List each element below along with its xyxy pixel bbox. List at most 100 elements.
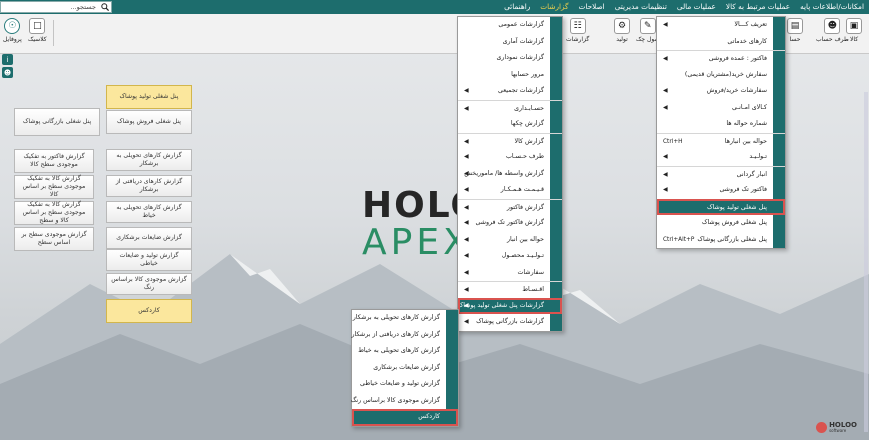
submenu-arrow-icon: ◀ — [663, 153, 668, 160]
btn-right-report-3[interactable]: گزارش ضایعات برشکاری — [106, 227, 192, 249]
garment-submenu-item-label: گزارش کارهای دریافتی از برشکار — [351, 330, 441, 338]
search-icon[interactable] — [99, 2, 111, 12]
kala-menu-item-13[interactable]: پنل شغلی بازرگانی پوشاک Ctrl+Alt+P — [657, 232, 785, 249]
garment-submenu-item-label: گزارش کارهای تحویلی به برشکار — [352, 314, 440, 321]
menu-2[interactable]: عملیات مالی — [672, 0, 721, 14]
kala-menu-item-8[interactable]: تـولـیـد ◀ — [657, 149, 785, 166]
reports-menu-item-10[interactable]: قـیـمـت هـمـکـار ◀ — [458, 182, 562, 199]
reports-menu-item-14[interactable]: تـولـیـد محصـول ◀ — [458, 248, 562, 265]
kala-menu-item-0[interactable]: تعریف کـــالا ◀ — [657, 17, 785, 34]
kala-menu-item-label: انبار گردانی — [736, 170, 767, 178]
kala-menu-item-5[interactable]: کـالای امـانـی ◀ — [657, 100, 785, 117]
garment-submenu-item-label: گزارش ضایعات برشکاری — [373, 363, 440, 371]
toolbar-kala-label: کالا — [849, 36, 859, 43]
kala-menu-item-label: پنل شغلی بازرگانی پوشاک — [697, 235, 767, 243]
reports-menu-item-label: حسـابـداری — [514, 104, 544, 112]
kala-menu-item-11[interactable]: پنل شغلی تولید پوشاک — [657, 198, 785, 215]
btn-right-report-1[interactable]: گزارش کارهای دریافتی از برشکار — [106, 175, 192, 197]
toolbar-reports-button[interactable]: ☷ گزارشات — [566, 18, 589, 50]
garment-submenu-item-1[interactable]: گزارش کارهای دریافتی از برشکار — [352, 327, 458, 344]
btn-production-panel[interactable]: پنل شغلی تولید پوشاک — [106, 85, 192, 109]
ledger-icon: ▤ — [787, 18, 803, 34]
production-icon: ⚙ — [614, 18, 630, 34]
menu-1[interactable]: عملیات مرتبط به کالا — [721, 0, 795, 14]
btn-left-report-2[interactable]: گزارش کالا به تفکیک موجودی سطح بر اساس ک… — [14, 201, 94, 225]
search-input[interactable]: جستجو... — [1, 3, 99, 11]
menu-5[interactable]: گزارشات — [535, 0, 573, 14]
btn-left-report-0[interactable]: گزارش فاکتور به تفکیک موجودی سطح کالا — [14, 149, 94, 173]
kala-menu-item-label: کـالای امـانـی — [731, 103, 767, 111]
lamp-icon: ☉ — [4, 18, 21, 34]
reports-menu-item-5[interactable]: حسـابـداری ◀ — [458, 99, 562, 117]
profile-label: پروفایل — [3, 36, 22, 43]
classic-button[interactable]: □ کلاسیک — [28, 18, 47, 50]
kala-menu-item-12[interactable]: پنل شغلی فروش پوشاک — [657, 215, 785, 232]
kala-menu-item-1[interactable]: کارهای خدماتی — [657, 34, 785, 51]
reports-menu-item-3[interactable]: مرور حسابها — [458, 67, 562, 84]
submenu-arrow-icon: ◀ — [663, 21, 668, 28]
reports-menu-item-16[interactable]: اقـسـاط ◀ — [458, 281, 562, 298]
account-icon: ☻ — [824, 18, 841, 34]
kala-menu-item-10[interactable]: فاکتور تک فروشی ◀ — [657, 182, 785, 199]
btn-sales-panel[interactable]: پنل شغلی فروش پوشاک — [106, 110, 192, 134]
toolbar-production-label: تولید — [616, 36, 628, 43]
toolbar-ledger-button[interactable]: ▤ حسا — [787, 18, 803, 50]
reports-menu-item-1[interactable]: گزارشات آماری — [458, 34, 562, 51]
reports-menu-item-2[interactable]: گزارشات نموداری — [458, 50, 562, 67]
menu-3[interactable]: تنظیمات مدیریتی — [610, 0, 672, 14]
reports-menu-item-13[interactable]: حواله بین انبار ◀ — [458, 232, 562, 249]
kala-menu-item-6[interactable]: شماره حواله ها — [657, 116, 785, 133]
btn-right-report-4[interactable]: گزارش تولید و ضایعات خیاطی — [106, 249, 192, 271]
submenu-arrow-icon: ◀ — [464, 169, 469, 177]
submenu-arrow-icon: ◀ — [464, 87, 469, 94]
search-box[interactable]: جستجو... — [0, 1, 112, 13]
reports-menu-item-9[interactable]: گزارش واسطه ها/ ماموریخش ◀ — [458, 166, 562, 183]
submenu-arrow-icon: ◀ — [464, 153, 469, 160]
garment-submenu-item-4[interactable]: گزارش تولید و ضایعات خیاطی — [352, 376, 458, 393]
kala-menu-item-3[interactable]: سفارش خرید(مشتریان قدیمی) — [657, 67, 785, 84]
reports-menu-item-label: گزارشات عمومی — [498, 21, 544, 28]
garment-submenu-item-5[interactable]: گزارش موجودی کالا براساس رنگ — [351, 393, 458, 410]
kala-menu-item-7[interactable]: حواله بین انبارها Ctrl+H — [657, 132, 785, 150]
reports-menu-item-15[interactable]: سفارشات ◀ — [458, 265, 562, 282]
garment-submenu-item-0[interactable]: گزارش کارهای تحویلی به برشکار — [352, 310, 458, 327]
btn-right-report-2[interactable]: گزارش کارهای تحویلی به خیاط — [106, 201, 192, 223]
btn-right-report-0[interactable]: گزارش کارهای تحویلی به برشکار — [106, 149, 192, 171]
garment-submenu-item-6[interactable]: کاردکس — [352, 409, 458, 426]
reports-menu-item-11[interactable]: گزارش فاکتور ◀ — [458, 198, 562, 216]
reports-menu-item-6[interactable]: گزارش چکها — [458, 116, 562, 133]
garment-submenu-item-3[interactable]: گزارش ضایعات برشکاری — [352, 360, 458, 377]
vertical-scrollbar[interactable] — [864, 92, 868, 432]
reports-menu-item-8[interactable]: طرف حـسـاب ◀ — [458, 149, 562, 166]
reports-menu-item-label: گزارش فاکتور تک فروشی — [475, 219, 544, 226]
submenu-arrow-icon: ◀ — [663, 103, 668, 111]
kala-menu-item-4[interactable]: سفارشات خرید/فروش ◀ — [657, 83, 785, 100]
reports-menu-item-4[interactable]: گزارشات تجمیعی ◀ — [458, 83, 562, 100]
menu-bar: امکانات/اطلاعات پایه عملیات مرتبط به کالا… — [0, 0, 869, 14]
reports-menu-item-7[interactable]: گزارش کالا ◀ — [458, 132, 562, 150]
kala-menu-item-9[interactable]: انبار گردانی ◀ — [657, 165, 785, 183]
reports-menu-item-12[interactable]: گزارش فاکتور تک فروشی ◀ — [458, 215, 562, 232]
menu-0[interactable]: امکانات/اطلاعات پایه — [795, 0, 869, 14]
reports-menu-item-label: تـولـیـد محصـول — [501, 252, 544, 259]
btn-kardex[interactable]: کاردکس — [106, 299, 192, 323]
menu-6[interactable]: راهنمائی — [499, 0, 535, 14]
info-icon[interactable]: i — [2, 54, 13, 65]
btn-left-report-1[interactable]: گزارش کالا به تفکیک موجودی سطح بر اساس ک… — [14, 175, 94, 199]
kala-menu-item-2[interactable]: فاکتور : عمده فروشی ◀ — [657, 50, 785, 67]
reports-menu-item-18[interactable]: گزارشات بازرگانی پوشاک ◀ — [458, 314, 562, 331]
submenu-arrow-icon: ◀ — [464, 219, 469, 226]
btn-bazargani-panel[interactable]: پنل شغلی بازرگانی پوشاک — [14, 108, 100, 136]
toolbar-production-button[interactable]: ⚙ تولید — [614, 18, 630, 50]
menu-4[interactable]: اصلاحات — [574, 0, 610, 14]
garment-submenu-item-2[interactable]: گزارش کارهای تحویلی به خیاط — [352, 343, 458, 360]
profile-button[interactable]: ☉ پروفایل — [3, 18, 22, 50]
reports-menu-item-label: گزارشات بازرگانی پوشاک — [476, 318, 544, 325]
btn-right-report-5[interactable]: گزارش موجودی کالا براساس رنگ — [106, 273, 192, 295]
toolbar-account-button[interactable]: ☻ طرف حساب — [816, 18, 849, 50]
btn-left-report-3[interactable]: گزارش موجودی سطح بر اساس سطح — [14, 227, 94, 251]
user-icon[interactable]: ☻ — [2, 67, 13, 78]
reports-menu-item-0[interactable]: گزارشات عمومی — [458, 17, 562, 34]
reports-menu: گزارشات عمومی گزارشات آماری گزارشات نمودار… — [457, 16, 563, 332]
reports-menu-item-17[interactable]: گزارشات پنل شغلی تولید پوشاک ◀ — [458, 297, 562, 314]
